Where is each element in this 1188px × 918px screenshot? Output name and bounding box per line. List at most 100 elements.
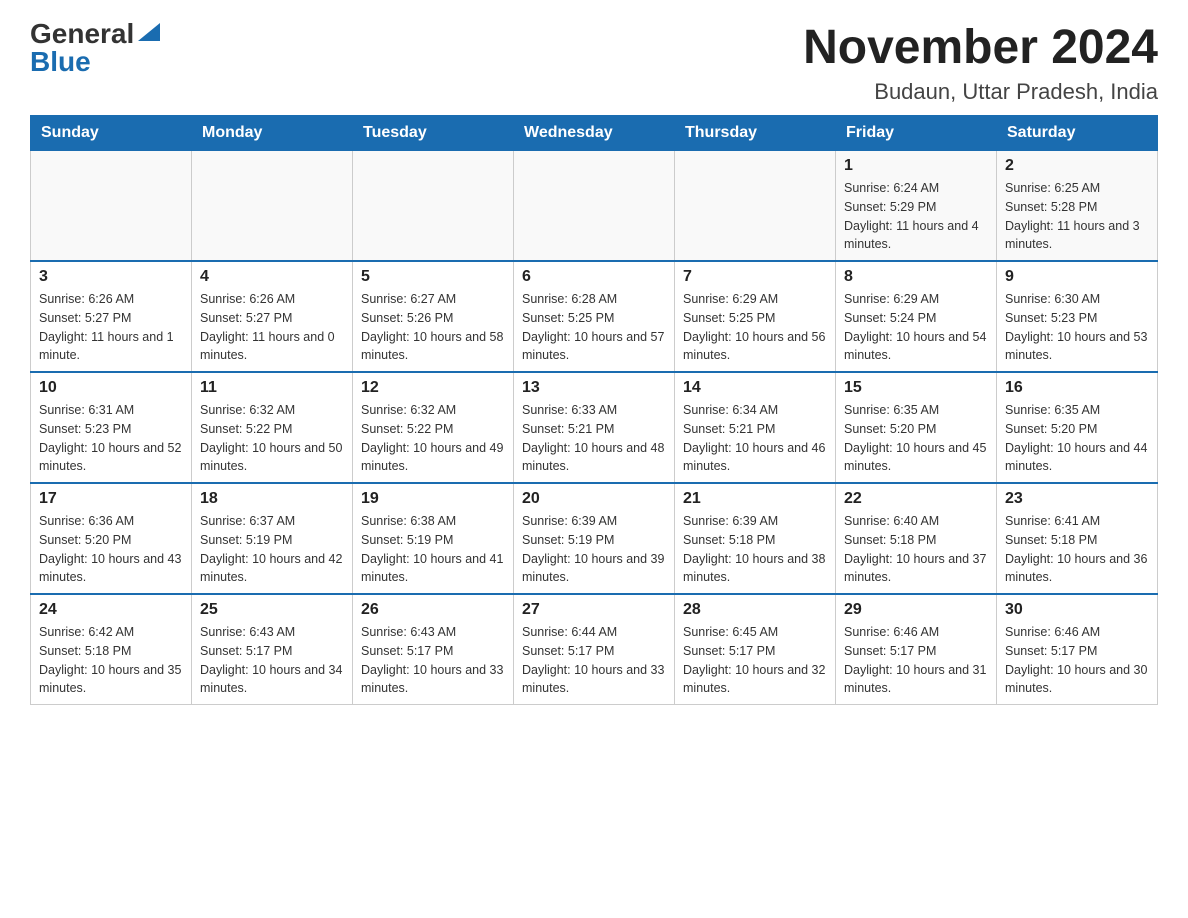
calendar-cell: 30Sunrise: 6:46 AMSunset: 5:17 PMDayligh… — [997, 594, 1158, 705]
day-number: 1 — [844, 157, 988, 175]
day-number: 18 — [200, 490, 344, 508]
day-number: 21 — [683, 490, 827, 508]
day-number: 14 — [683, 379, 827, 397]
day-number: 22 — [844, 490, 988, 508]
day-number: 5 — [361, 268, 505, 286]
calendar-header-saturday: Saturday — [997, 116, 1158, 151]
calendar-cell: 28 Sunrise: 6:45 AMSunset: 5:17 PMDayligh… — [675, 594, 836, 705]
day-number: 29 — [844, 601, 988, 619]
day-number: 7 — [683, 268, 827, 286]
day-number: 28 — [683, 601, 827, 619]
day-info: Sunrise: 6:30 AMSunset: 5:23 PMDaylight:… — [1005, 290, 1149, 365]
calendar-cell — [192, 151, 353, 262]
day-info: Sunrise: 6:33 AMSunset: 5:21 PMDaylight:… — [522, 401, 666, 476]
calendar-cell — [31, 151, 192, 262]
title-block: November 2024 Budaun, Uttar Pradesh, Ind… — [803, 20, 1158, 105]
calendar-cell: 5Sunrise: 6:27 AMSunset: 5:26 PMDaylight… — [353, 261, 514, 372]
calendar-cell: 2Sunrise: 6:25 AMSunset: 5:28 PMDaylight… — [997, 151, 1158, 262]
calendar-cell — [675, 151, 836, 262]
calendar-cell: 24 Sunrise: 6:42 AMSunset: 5:18 PMDayligh… — [31, 594, 192, 705]
day-number: 25 — [200, 601, 344, 619]
day-number: 10 — [39, 379, 183, 397]
calendar-cell: 4Sunrise: 6:26 AMSunset: 5:27 PMDaylight… — [192, 261, 353, 372]
calendar-header-wednesday: Wednesday — [514, 116, 675, 151]
day-info: Sunrise: 6:31 AMSunset: 5:23 PMDaylight:… — [39, 401, 183, 476]
calendar-cell: 27Sunrise: 6:44 AMSunset: 5:17 PMDayligh… — [514, 594, 675, 705]
calendar-cell: 25 Sunrise: 6:43 AMSunset: 5:17 PMDayligh… — [192, 594, 353, 705]
day-number: 20 — [522, 490, 666, 508]
day-number: 19 — [361, 490, 505, 508]
day-info: Sunrise: 6:43 AMSunset: 5:17 PMDaylight:… — [200, 623, 344, 698]
page-header: General Blue November 2024 Budaun, Uttar… — [30, 20, 1158, 105]
day-info: Sunrise: 6:43 AMSunset: 5:17 PMDaylight:… — [361, 623, 505, 698]
logo-triangle-icon — [138, 23, 160, 41]
calendar-week-row: 3 Sunrise: 6:26 AMSunset: 5:27 PMDaylight… — [31, 261, 1158, 372]
day-number: 23 — [1005, 490, 1149, 508]
day-info: Sunrise: 6:29 AMSunset: 5:24 PMDaylight:… — [844, 290, 988, 365]
calendar-cell: 13 Sunrise: 6:33 AMSunset: 5:21 PMDayligh… — [514, 372, 675, 483]
day-info: Sunrise: 6:39 AMSunset: 5:18 PMDaylight:… — [683, 512, 827, 587]
calendar-cell — [353, 151, 514, 262]
calendar-week-row: 17 Sunrise: 6:36 AMSunset: 5:20 PMDayligh… — [31, 483, 1158, 594]
day-info: Sunrise: 6:34 AMSunset: 5:21 PMDaylight:… — [683, 401, 827, 476]
calendar-cell: 15Sunrise: 6:35 AMSunset: 5:20 PMDayligh… — [836, 372, 997, 483]
calendar-header-thursday: Thursday — [675, 116, 836, 151]
day-info: Sunrise: 6:42 AMSunset: 5:18 PMDaylight:… — [39, 623, 183, 698]
logo: General Blue — [30, 20, 160, 76]
day-number: 12 — [361, 379, 505, 397]
day-info: Sunrise: 6:32 AMSunset: 5:22 PMDaylight:… — [200, 401, 344, 476]
calendar-header-row: SundayMondayTuesdayWednesdayThursdayFrid… — [31, 116, 1158, 151]
calendar-cell: 6 Sunrise: 6:28 AMSunset: 5:25 PMDaylight… — [514, 261, 675, 372]
calendar-cell: 21 Sunrise: 6:39 AMSunset: 5:18 PMDayligh… — [675, 483, 836, 594]
day-info: Sunrise: 6:35 AMSunset: 5:20 PMDaylight:… — [1005, 401, 1149, 476]
day-info: Sunrise: 6:39 AMSunset: 5:19 PMDaylight:… — [522, 512, 666, 587]
day-number: 11 — [200, 379, 344, 397]
calendar-cell: 16 Sunrise: 6:35 AMSunset: 5:20 PMDayligh… — [997, 372, 1158, 483]
calendar-header-tuesday: Tuesday — [353, 116, 514, 151]
day-number: 13 — [522, 379, 666, 397]
day-info: Sunrise: 6:28 AMSunset: 5:25 PMDaylight:… — [522, 290, 666, 365]
day-number: 2 — [1005, 157, 1149, 175]
calendar-cell: 17 Sunrise: 6:36 AMSunset: 5:20 PMDayligh… — [31, 483, 192, 594]
calendar-cell: 20 Sunrise: 6:39 AMSunset: 5:19 PMDayligh… — [514, 483, 675, 594]
day-info: Sunrise: 6:41 AMSunset: 5:18 PMDaylight:… — [1005, 512, 1149, 587]
day-info: Sunrise: 6:36 AMSunset: 5:20 PMDaylight:… — [39, 512, 183, 587]
day-info: Sunrise: 6:46 AMSunset: 5:17 PMDaylight:… — [844, 623, 988, 698]
day-info: Sunrise: 6:46 AMSunset: 5:17 PMDaylight:… — [1005, 623, 1149, 698]
day-number: 9 — [1005, 268, 1149, 286]
main-title: November 2024 — [803, 20, 1158, 75]
calendar-table: SundayMondayTuesdayWednesdayThursdayFrid… — [30, 115, 1158, 705]
calendar-cell: 12Sunrise: 6:32 AMSunset: 5:22 PMDayligh… — [353, 372, 514, 483]
calendar-cell: 19 Sunrise: 6:38 AMSunset: 5:19 PMDayligh… — [353, 483, 514, 594]
calendar-week-row: 1 Sunrise: 6:24 AMSunset: 5:29 PMDaylight… — [31, 151, 1158, 262]
day-number: 17 — [39, 490, 183, 508]
calendar-header-sunday: Sunday — [31, 116, 192, 151]
day-info: Sunrise: 6:40 AMSunset: 5:18 PMDaylight:… — [844, 512, 988, 587]
calendar-cell: 26 Sunrise: 6:43 AMSunset: 5:17 PMDayligh… — [353, 594, 514, 705]
calendar-cell: 8 Sunrise: 6:29 AMSunset: 5:24 PMDaylight… — [836, 261, 997, 372]
day-info: Sunrise: 6:38 AMSunset: 5:19 PMDaylight:… — [361, 512, 505, 587]
calendar-header-friday: Friday — [836, 116, 997, 151]
day-info: Sunrise: 6:29 AMSunset: 5:25 PMDaylight:… — [683, 290, 827, 365]
day-number: 24 — [39, 601, 183, 619]
day-number: 6 — [522, 268, 666, 286]
day-number: 26 — [361, 601, 505, 619]
calendar-cell: 29 Sunrise: 6:46 AMSunset: 5:17 PMDayligh… — [836, 594, 997, 705]
subtitle: Budaun, Uttar Pradesh, India — [803, 79, 1158, 105]
day-number: 3 — [39, 268, 183, 286]
day-number: 16 — [1005, 379, 1149, 397]
calendar-cell: 9 Sunrise: 6:30 AMSunset: 5:23 PMDaylight… — [997, 261, 1158, 372]
calendar-header-monday: Monday — [192, 116, 353, 151]
day-info: Sunrise: 6:26 AMSunset: 5:27 PMDaylight:… — [39, 290, 183, 365]
day-number: 27 — [522, 601, 666, 619]
day-info: Sunrise: 6:24 AMSunset: 5:29 PMDaylight:… — [844, 179, 988, 254]
calendar-cell: 23 Sunrise: 6:41 AMSunset: 5:18 PMDayligh… — [997, 483, 1158, 594]
day-info: Sunrise: 6:45 AMSunset: 5:17 PMDaylight:… — [683, 623, 827, 698]
calendar-cell — [514, 151, 675, 262]
calendar-cell: 3 Sunrise: 6:26 AMSunset: 5:27 PMDaylight… — [31, 261, 192, 372]
day-info: Sunrise: 6:26 AMSunset: 5:27 PMDaylight:… — [200, 290, 344, 365]
calendar-cell: 7 Sunrise: 6:29 AMSunset: 5:25 PMDaylight… — [675, 261, 836, 372]
day-number: 8 — [844, 268, 988, 286]
calendar-cell: 11 Sunrise: 6:32 AMSunset: 5:22 PMDayligh… — [192, 372, 353, 483]
calendar-cell: 22 Sunrise: 6:40 AMSunset: 5:18 PMDayligh… — [836, 483, 997, 594]
